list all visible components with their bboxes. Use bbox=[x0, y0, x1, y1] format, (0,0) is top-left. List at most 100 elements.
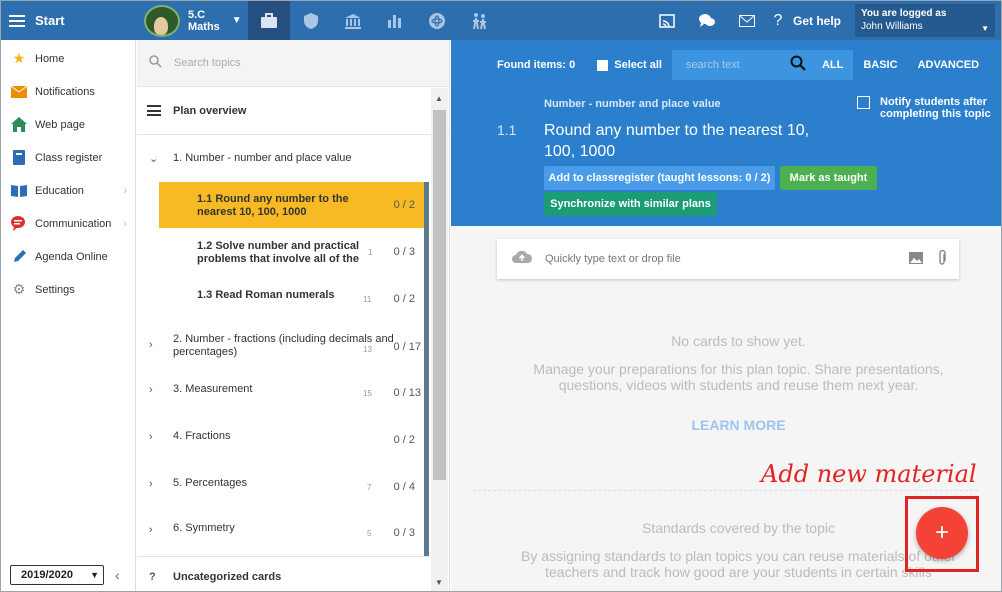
sidebar-item-label: Agenda Online bbox=[35, 250, 108, 263]
paperclip-icon[interactable] bbox=[937, 249, 947, 269]
pen-icon bbox=[10, 249, 28, 265]
tab-basic[interactable]: BASIC bbox=[853, 50, 907, 80]
topic-panel: Search topics Plan overview ⌄ 1. Number … bbox=[137, 40, 450, 591]
start-menu-button[interactable]: Start bbox=[1, 1, 136, 40]
topic-row-selected[interactable]: 1.1 Round any number to the nearest 10, … bbox=[159, 182, 429, 228]
subject-name: Maths bbox=[188, 20, 220, 33]
chevron-right-icon: › bbox=[149, 384, 153, 396]
institution-icon[interactable] bbox=[332, 1, 374, 40]
topic-card-count: 7 bbox=[367, 483, 372, 492]
topic-card-count: 5 bbox=[367, 529, 372, 538]
topic-row[interactable]: › 3. Measurement 15 0 / 13 bbox=[137, 370, 429, 417]
tab-advanced[interactable]: ADVANCED bbox=[908, 50, 990, 80]
add-material-button[interactable]: + bbox=[916, 507, 968, 559]
sidebar-item-settings[interactable]: ⚙ Settings bbox=[1, 273, 135, 306]
topic-row[interactable]: 1.2 Solve number and practical problems … bbox=[137, 228, 429, 276]
gear-icon: ⚙ bbox=[12, 281, 26, 297]
cloud-upload-icon[interactable] bbox=[511, 249, 533, 269]
sidebar-item-label: Web page bbox=[35, 118, 85, 131]
sidebar-item-agenda-online[interactable]: Agenda Online bbox=[1, 240, 135, 273]
quick-add-input[interactable]: Quickly type text or drop file bbox=[497, 239, 959, 279]
found-items: Found items: 0 bbox=[497, 59, 576, 71]
atom-icon[interactable] bbox=[416, 1, 458, 40]
house-icon bbox=[10, 117, 28, 133]
notify-checkbox[interactable] bbox=[857, 96, 870, 109]
sidebar-item-web-page[interactable]: Web page bbox=[1, 108, 135, 141]
topic-label: 1.2 Solve number and practical problems … bbox=[197, 240, 360, 265]
people-walking-icon[interactable] bbox=[458, 1, 500, 40]
notify-students-option[interactable]: Notify students after completing this to… bbox=[857, 96, 1001, 120]
scroll-up-icon[interactable]: ▲ bbox=[435, 94, 443, 103]
topic-status-bar bbox=[424, 510, 429, 556]
scrollbar-thumb[interactable] bbox=[433, 110, 446, 480]
topic-progress: 0 / 4 bbox=[393, 481, 415, 493]
learn-more-link[interactable]: LEARN MORE bbox=[501, 417, 976, 433]
top-bar: Start 5.C Maths ▼ ? Get help You are log… bbox=[1, 1, 1001, 40]
topic-row[interactable]: › 2. Number - fractions (including decim… bbox=[137, 321, 429, 370]
topic-label: Uncategorized cards bbox=[173, 571, 282, 583]
topic-row[interactable]: ? Uncategorized cards bbox=[137, 556, 429, 592]
class-selector[interactable]: 5.C Maths ▼ bbox=[136, 1, 248, 40]
list-icon bbox=[147, 105, 161, 116]
chevron-down-icon: ⌄ bbox=[149, 153, 159, 165]
topic-search[interactable]: Search topics bbox=[137, 40, 449, 87]
cast-icon[interactable] bbox=[647, 13, 687, 28]
scroll-down-icon[interactable]: ▼ bbox=[435, 578, 443, 587]
mark-as-taught-button[interactable]: Mark as taught bbox=[780, 166, 877, 190]
star-icon: ★ bbox=[12, 50, 26, 66]
mail-icon[interactable] bbox=[727, 14, 767, 27]
topic-row[interactable]: ⌄ 1. Number - number and place value bbox=[137, 136, 429, 182]
no-cards-text: No cards to show yet. bbox=[671, 333, 806, 349]
user-menu[interactable]: You are logged as John Williams ▼ bbox=[855, 4, 995, 37]
sidebar-item-class-register[interactable]: Class register bbox=[1, 141, 135, 174]
add-to-classregister-button[interactable]: Add to classregister (taught lessons: 0 … bbox=[544, 166, 775, 190]
collapse-sidebar-icon[interactable]: ‹ bbox=[115, 567, 120, 583]
sidebar-item-notifications[interactable]: Notifications bbox=[1, 75, 135, 108]
topic-status-bar bbox=[424, 228, 429, 276]
caret-down-icon: ▼ bbox=[981, 24, 989, 33]
card-search-input[interactable]: search text bbox=[671, 50, 812, 80]
topic-status-bar bbox=[424, 276, 429, 321]
chevron-right-icon: › bbox=[123, 217, 127, 230]
synchronize-button[interactable]: Synchronize with similar plans bbox=[544, 192, 717, 216]
select-all-checkbox[interactable] bbox=[597, 59, 609, 71]
topic-card-count: 11 bbox=[363, 295, 372, 304]
topic-scrollbar[interactable]: ▲ ▼ bbox=[431, 88, 448, 591]
tab-all[interactable]: ALL bbox=[811, 50, 854, 80]
sidebar-item-label: Class register bbox=[35, 151, 103, 164]
sidebar-item-home[interactable]: ★ Home bbox=[1, 42, 135, 75]
topic-progress: 0 / 2 bbox=[393, 434, 415, 446]
quick-add-placeholder: Quickly type text or drop file bbox=[545, 253, 681, 265]
select-all-label[interactable]: Select all bbox=[614, 59, 662, 71]
bar-chart-icon[interactable] bbox=[374, 1, 416, 40]
get-help-link[interactable]: Get help bbox=[793, 14, 841, 28]
topic-detail: Found items: 0 Select all search text AL… bbox=[451, 40, 1001, 591]
logged-as-label: You are logged as bbox=[861, 8, 947, 19]
class-name: 5.C bbox=[188, 8, 206, 21]
sidebar-item-education[interactable]: Education › bbox=[1, 174, 135, 207]
topic-label: 1.1 Round any number to the nearest 10, … bbox=[197, 193, 349, 218]
topic-row[interactable]: › 6. Symmetry 5 0 / 3 bbox=[137, 510, 429, 556]
class-avatar bbox=[144, 4, 180, 37]
topic-status-bar bbox=[424, 464, 429, 510]
sidebar-item-communication[interactable]: Communication › bbox=[1, 207, 135, 240]
sidebar-item-label: Settings bbox=[35, 283, 75, 296]
school-year-value: 2019/2020 bbox=[21, 569, 73, 581]
chat-bubbles-icon[interactable] bbox=[687, 13, 727, 29]
image-icon[interactable] bbox=[909, 251, 923, 267]
sidebar-item-label: Communication bbox=[35, 217, 112, 230]
topic-row[interactable]: 1.3 Read Roman numerals 11 0 / 2 bbox=[137, 276, 429, 321]
topic-label: 1.3 Read Roman numerals bbox=[197, 289, 335, 301]
sidebar-item-label: Notifications bbox=[35, 85, 95, 98]
shield-icon[interactable] bbox=[290, 1, 332, 40]
user-name: John Williams bbox=[861, 21, 923, 32]
topic-row[interactable]: › 4. Fractions 0 / 2 bbox=[137, 417, 429, 464]
briefcase-icon[interactable] bbox=[248, 1, 290, 40]
topic-progress: 0 / 13 bbox=[393, 387, 421, 399]
topic-row[interactable]: › 5. Percentages 7 0 / 4 bbox=[137, 464, 429, 510]
search-icon[interactable] bbox=[790, 55, 806, 75]
plan-overview[interactable]: Plan overview bbox=[137, 87, 449, 135]
question-icon: ? bbox=[149, 571, 156, 583]
chevron-right-icon: › bbox=[149, 431, 153, 443]
school-year-select[interactable]: 2019/2020 ▼ bbox=[10, 565, 104, 585]
